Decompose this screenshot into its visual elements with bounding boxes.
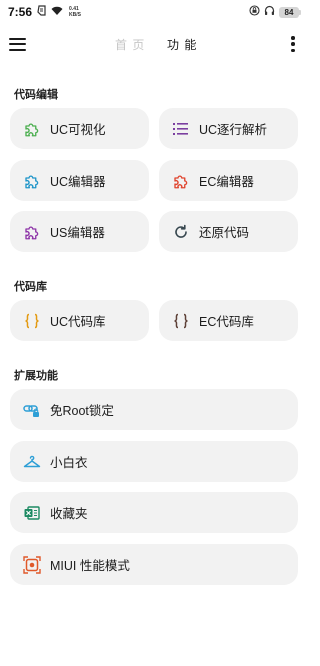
uc-code-lib-label: UC代码库	[50, 315, 106, 329]
wifi-icon	[51, 6, 63, 19]
uc-visualize-button[interactable]: UC可视化	[10, 108, 149, 149]
status-time: 7:56	[8, 5, 33, 19]
section-title-code-lib: 代码库	[14, 281, 47, 293]
status-bar: 7:56 0.41 KB/S 84	[0, 0, 309, 24]
favorites-label: 收藏夹	[50, 507, 88, 521]
more-options-icon[interactable]	[288, 36, 298, 52]
link-lock-icon	[22, 400, 42, 420]
menu-icon[interactable]	[9, 34, 29, 54]
lock-rotation-icon	[249, 5, 260, 19]
ec-code-lib-button[interactable]: EC代码库	[159, 300, 298, 341]
uc-line-parse-button[interactable]: UC逐行解析	[159, 108, 298, 149]
chip-icon	[22, 555, 42, 575]
us-editor-label: US编辑器	[50, 226, 105, 240]
headphones-icon	[264, 5, 275, 19]
tab-home[interactable]: 首 页	[115, 36, 145, 53]
xiaobaiyi-label: 小白衣	[50, 456, 88, 470]
battery-level: 84	[279, 6, 299, 18]
puzzle-icon	[22, 222, 42, 242]
uc-code-lib-button[interactable]: UC代码库	[10, 300, 149, 341]
ec-code-lib-label: EC代码库	[199, 315, 254, 329]
notification-icon	[36, 5, 47, 19]
network-speed: 0.41 KB/S	[69, 6, 81, 18]
network-speed-unit: KB/S	[69, 12, 81, 18]
ec-editor-button[interactable]: EC编辑器	[159, 160, 298, 201]
us-editor-button[interactable]: US编辑器	[10, 211, 149, 252]
restore-code-label: 还原代码	[199, 226, 250, 240]
section-title-extensions: 扩展功能	[14, 370, 58, 382]
list-icon	[171, 119, 191, 139]
uc-editor-button[interactable]: UC编辑器	[10, 160, 149, 201]
folder-icon	[22, 503, 42, 523]
puzzle-icon	[22, 171, 42, 191]
uc-visualize-label: UC可视化	[50, 123, 106, 137]
tab-functions[interactable]: 功 能	[167, 36, 197, 53]
uc-line-parse-label: UC逐行解析	[199, 123, 268, 137]
refresh-icon	[171, 222, 191, 242]
miui-performance-label: MIUI 性能模式	[50, 559, 130, 573]
favorites-button[interactable]: 收藏夹	[10, 492, 298, 533]
xiaobaiyi-button[interactable]: 小白衣	[10, 441, 298, 482]
restore-code-button[interactable]: 还原代码	[159, 211, 298, 252]
puzzle-icon	[22, 119, 42, 139]
root-free-lock-label: 免Root锁定	[50, 404, 114, 418]
miui-performance-button[interactable]: MIUI 性能模式	[10, 544, 298, 585]
ec-editor-label: EC编辑器	[199, 175, 254, 189]
braces-icon	[22, 311, 42, 331]
braces-icon	[171, 311, 191, 331]
root-free-lock-button[interactable]: 免Root锁定	[10, 389, 298, 430]
battery-icon: 84	[279, 6, 301, 18]
section-title-code-edit: 代码编辑	[14, 89, 58, 101]
uc-editor-label: UC编辑器	[50, 175, 106, 189]
puzzle-icon	[171, 171, 191, 191]
app-bar: 首 页 功 能	[0, 28, 309, 60]
hanger-icon	[22, 452, 42, 472]
